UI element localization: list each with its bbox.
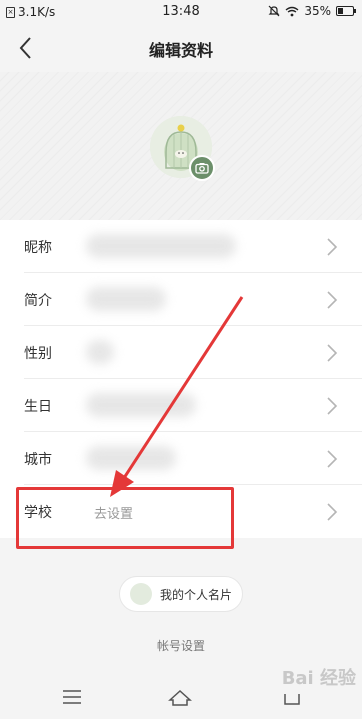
- card-button-label: 我的个人名片: [160, 587, 233, 602]
- row-school[interactable]: 学校 去设置: [24, 485, 362, 538]
- row-birthday[interactable]: 生日: [24, 379, 362, 432]
- row-city[interactable]: 城市: [24, 432, 362, 485]
- nav-bar: 编辑资料: [0, 24, 362, 72]
- profile-header: [0, 72, 362, 220]
- card-avatar: [130, 583, 152, 605]
- row-label: 学校: [24, 505, 52, 521]
- blurred-value: [86, 340, 114, 364]
- camera-badge[interactable]: [189, 155, 215, 181]
- chevron-left-icon: [19, 37, 31, 59]
- row-gender[interactable]: 性别: [24, 326, 362, 379]
- status-bar: × 3.1K/s 13:48 35%: [0, 0, 362, 24]
- wifi-icon: [285, 6, 299, 16]
- status-right: 35%: [268, 4, 356, 18]
- account-settings-link[interactable]: 帐号设置: [0, 637, 362, 654]
- back-system-icon: [284, 694, 300, 705]
- menu-icon: [63, 690, 81, 704]
- row-intro[interactable]: 简介: [24, 273, 362, 326]
- row-label: 性别: [24, 346, 52, 362]
- blurred-value: [86, 393, 196, 417]
- menu-button[interactable]: [60, 686, 84, 708]
- back-system-button[interactable]: [280, 686, 304, 708]
- chevron-right-icon: [327, 238, 338, 256]
- page-title: 编辑资料: [148, 41, 213, 60]
- chevron-right-icon: [327, 503, 338, 521]
- school-value: 去设置: [94, 507, 134, 522]
- profile-fields-list: 昵称 简介 性别 生日 城市 学校 去设置: [0, 220, 362, 538]
- blurred-value: [86, 234, 236, 258]
- row-label: 昵称: [24, 240, 52, 256]
- back-button[interactable]: [10, 32, 42, 64]
- battery-icon: [336, 6, 356, 16]
- chevron-right-icon: [327, 344, 338, 362]
- chevron-right-icon: [327, 397, 338, 415]
- camera-icon: [195, 163, 209, 174]
- blurred-value: [86, 446, 176, 470]
- home-icon: [168, 689, 192, 706]
- blurred-value: [86, 287, 166, 311]
- row-label: 城市: [24, 452, 52, 468]
- chevron-right-icon: [327, 450, 338, 468]
- home-button[interactable]: [168, 686, 192, 708]
- row-nickname[interactable]: 昵称: [24, 220, 362, 273]
- personal-card-button[interactable]: 我的个人名片: [119, 576, 243, 612]
- system-nav-bar: [0, 676, 362, 719]
- battery-percent: 35%: [304, 4, 331, 18]
- mute-icon: [268, 5, 280, 17]
- row-label: 生日: [24, 399, 52, 415]
- avatar-button[interactable]: [150, 116, 215, 181]
- row-label: 简介: [24, 293, 52, 309]
- chevron-right-icon: [327, 291, 338, 309]
